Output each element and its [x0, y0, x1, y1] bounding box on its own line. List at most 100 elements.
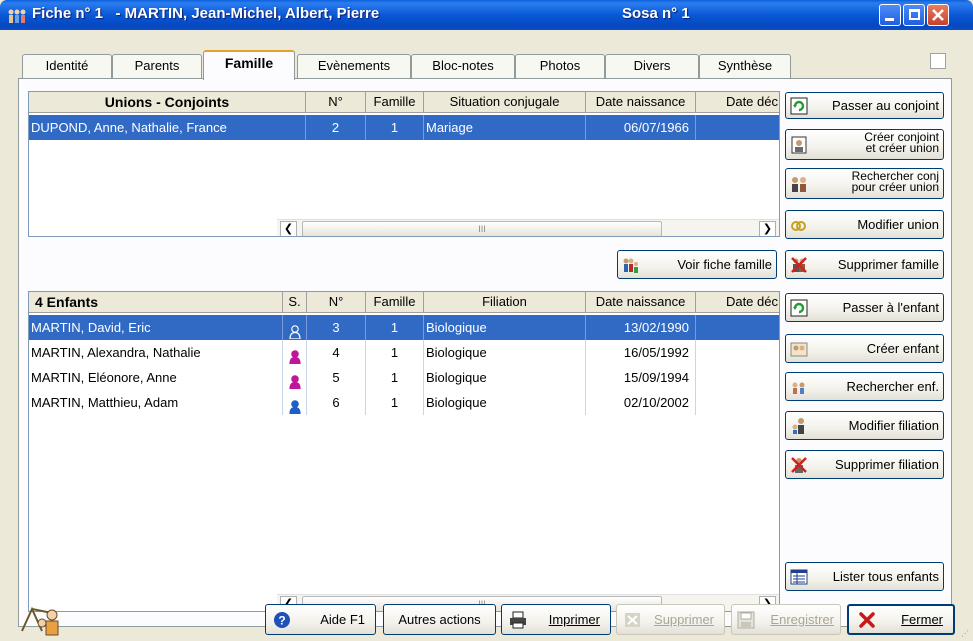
passer-au-conjoint-button[interactable]: Passer au conjoint	[785, 92, 944, 119]
button-label: Supprimer	[654, 605, 714, 634]
close-icon	[932, 9, 944, 21]
button-label: Supprimer famille	[837, 257, 939, 272]
col-header-num[interactable]: N°	[306, 92, 366, 113]
minimize-button[interactable]	[879, 4, 901, 26]
cell-name: MARTIN, Eléonore, Anne	[31, 365, 283, 390]
col-header-date-naissance[interactable]: Date naissance	[586, 292, 696, 313]
col-header-sexe[interactable]: S.	[283, 292, 307, 313]
cell-naissance: 15/09/1994	[586, 365, 696, 390]
child-card-icon	[790, 342, 808, 356]
col-header-famille[interactable]: Famille	[366, 92, 424, 113]
scroll-right-arrow[interactable]: ❯	[759, 221, 776, 236]
col-header-filiation[interactable]: Filiation	[424, 292, 586, 313]
delete-icon	[625, 612, 640, 627]
window-title: Fiche n° 1 - MARTIN, Jean-Michel, Albert…	[32, 5, 380, 22]
female-icon	[288, 347, 301, 365]
green-arrow-icon	[790, 97, 808, 114]
tab-photos[interactable]: Photos	[515, 54, 605, 78]
close-window-button[interactable]	[927, 4, 949, 26]
scroll-thumb[interactable]: III	[302, 221, 662, 236]
col-header-famille[interactable]: Famille	[366, 292, 424, 313]
cell-famille: 1	[366, 340, 424, 365]
cell-naissance: 16/05/1992	[586, 340, 696, 365]
button-label: Lister tous enfants	[832, 569, 939, 584]
cell-famille: 1	[366, 390, 424, 415]
male-icon	[288, 397, 301, 415]
couple-search-icon	[792, 176, 806, 192]
delete-filiation-icon	[791, 456, 807, 473]
table-row[interactable]: DUPOND, Anne, Nathalie, France 2 1 Maria…	[29, 115, 779, 140]
passer-a-l-enfant-button[interactable]: Passer à l'enfant	[785, 293, 944, 322]
col-header-date-deces[interactable]: Date déc	[696, 92, 779, 113]
cell-filiation: Biologique	[424, 390, 586, 415]
creer-enfant-button[interactable]: Créer enfant	[785, 334, 944, 363]
button-label: Créer conjoint et créer union	[864, 131, 939, 155]
scroll-left-arrow[interactable]: ❮	[280, 221, 297, 236]
cell-num: 5	[307, 365, 366, 390]
button-label: Passer à l'enfant	[842, 300, 939, 315]
voir-fiche-famille-button[interactable]: Voir fiche famille	[617, 250, 777, 279]
lister-tous-enfants-button[interactable]: Lister tous enfants	[785, 562, 944, 591]
cell-sex	[283, 340, 307, 365]
rechercher-conjoint-button[interactable]: Rechercher conj pour créer union	[785, 168, 944, 199]
unions-hscrollbar[interactable]: ❮ III ❯	[277, 219, 779, 236]
fermer-button[interactable]: Fermer	[847, 604, 955, 635]
tab-evenements[interactable]: Evènements	[297, 54, 411, 78]
button-label: Aide F1	[320, 612, 365, 627]
autres-actions-button[interactable]: Autres actions	[383, 604, 496, 635]
cell-sex	[283, 390, 307, 415]
table-row[interactable]: MARTIN, Alexandra, Nathalie 4 1 Biologique 1…	[29, 340, 779, 365]
col-header-num[interactable]: N°	[307, 292, 366, 313]
family-tree-icon	[8, 9, 26, 23]
col-header-date-deces[interactable]: Date déc	[696, 292, 779, 313]
resize-grip[interactable]: ⋰	[961, 630, 971, 640]
tab-famille[interactable]: Famille	[203, 50, 295, 80]
supprimer-filiation-button[interactable]: Supprimer filiation	[785, 450, 944, 479]
cell-deces	[696, 115, 779, 140]
aide-button[interactable]: ? Aide F1	[265, 604, 376, 635]
rechercher-enfant-button[interactable]: Rechercher enf.	[785, 372, 944, 401]
rings-icon	[791, 220, 806, 231]
tab-parents[interactable]: Parents	[112, 54, 202, 78]
supprimer-famille-button[interactable]: Supprimer famille	[785, 250, 944, 279]
supprimer-button[interactable]: Supprimer	[616, 604, 725, 635]
cell-deces	[696, 340, 779, 365]
cell-famille: 1	[366, 115, 424, 140]
button-label: Créer enfant	[866, 341, 939, 356]
table-row[interactable]: MARTIN, Matthieu, Adam 6 1 Biologique 02/10/…	[29, 390, 779, 415]
table-row[interactable]: MARTIN, David, Eric 3 1 Biologique 13/02/199…	[29, 315, 779, 340]
col-header-date-naissance[interactable]: Date naissance	[586, 92, 696, 113]
printer-icon	[510, 611, 526, 628]
green-arrow-icon	[790, 299, 808, 316]
imprimer-button[interactable]: Imprimer	[501, 604, 611, 635]
person-card-icon	[791, 136, 807, 153]
save-icon	[737, 611, 755, 628]
maximize-button[interactable]	[903, 4, 925, 26]
button-label-line2: et créer union	[865, 141, 939, 155]
table-row[interactable]: MARTIN, Eléonore, Anne 5 1 Biologique 15/09/…	[29, 365, 779, 390]
cell-name: DUPOND, Anne, Nathalie, France	[31, 115, 306, 140]
corner-checkbox[interactable]	[930, 53, 946, 69]
modifier-union-button[interactable]: Modifier union	[785, 210, 944, 239]
cell-name: MARTIN, Alexandra, Nathalie	[31, 340, 283, 365]
col-header-enfants[interactable]: 4 Enfants	[29, 292, 283, 313]
cell-sex	[283, 365, 307, 390]
family-icon	[623, 258, 638, 273]
unions-grid[interactable]: Unions - Conjoints N° Famille Situation …	[28, 91, 780, 237]
modifier-filiation-button[interactable]: Modifier filiation	[785, 411, 944, 440]
sosa-number: Sosa n° 1	[622, 5, 690, 22]
button-label: Voir fiche famille	[677, 257, 772, 272]
col-header-conjoints[interactable]: Unions - Conjoints	[29, 92, 306, 113]
tab-bloc-notes[interactable]: Bloc-notes	[411, 54, 515, 78]
col-header-situation[interactable]: Situation conjugale	[424, 92, 586, 113]
tab-identite[interactable]: Identité	[22, 54, 112, 78]
cell-deces	[696, 390, 779, 415]
supprimer-label: Supprimer	[654, 612, 714, 627]
creer-conjoint-button[interactable]: Créer conjoint et créer union	[785, 129, 944, 160]
cell-filiation: Biologique	[424, 340, 586, 365]
tab-divers[interactable]: Divers	[605, 54, 699, 78]
enregistrer-button[interactable]: Enregistrer	[731, 604, 841, 635]
tab-synthese[interactable]: Synthèse	[699, 54, 791, 78]
enfants-grid[interactable]: 4 Enfants S. N° Famille Filiation Date n…	[28, 291, 780, 612]
list-icon	[790, 569, 808, 584]
